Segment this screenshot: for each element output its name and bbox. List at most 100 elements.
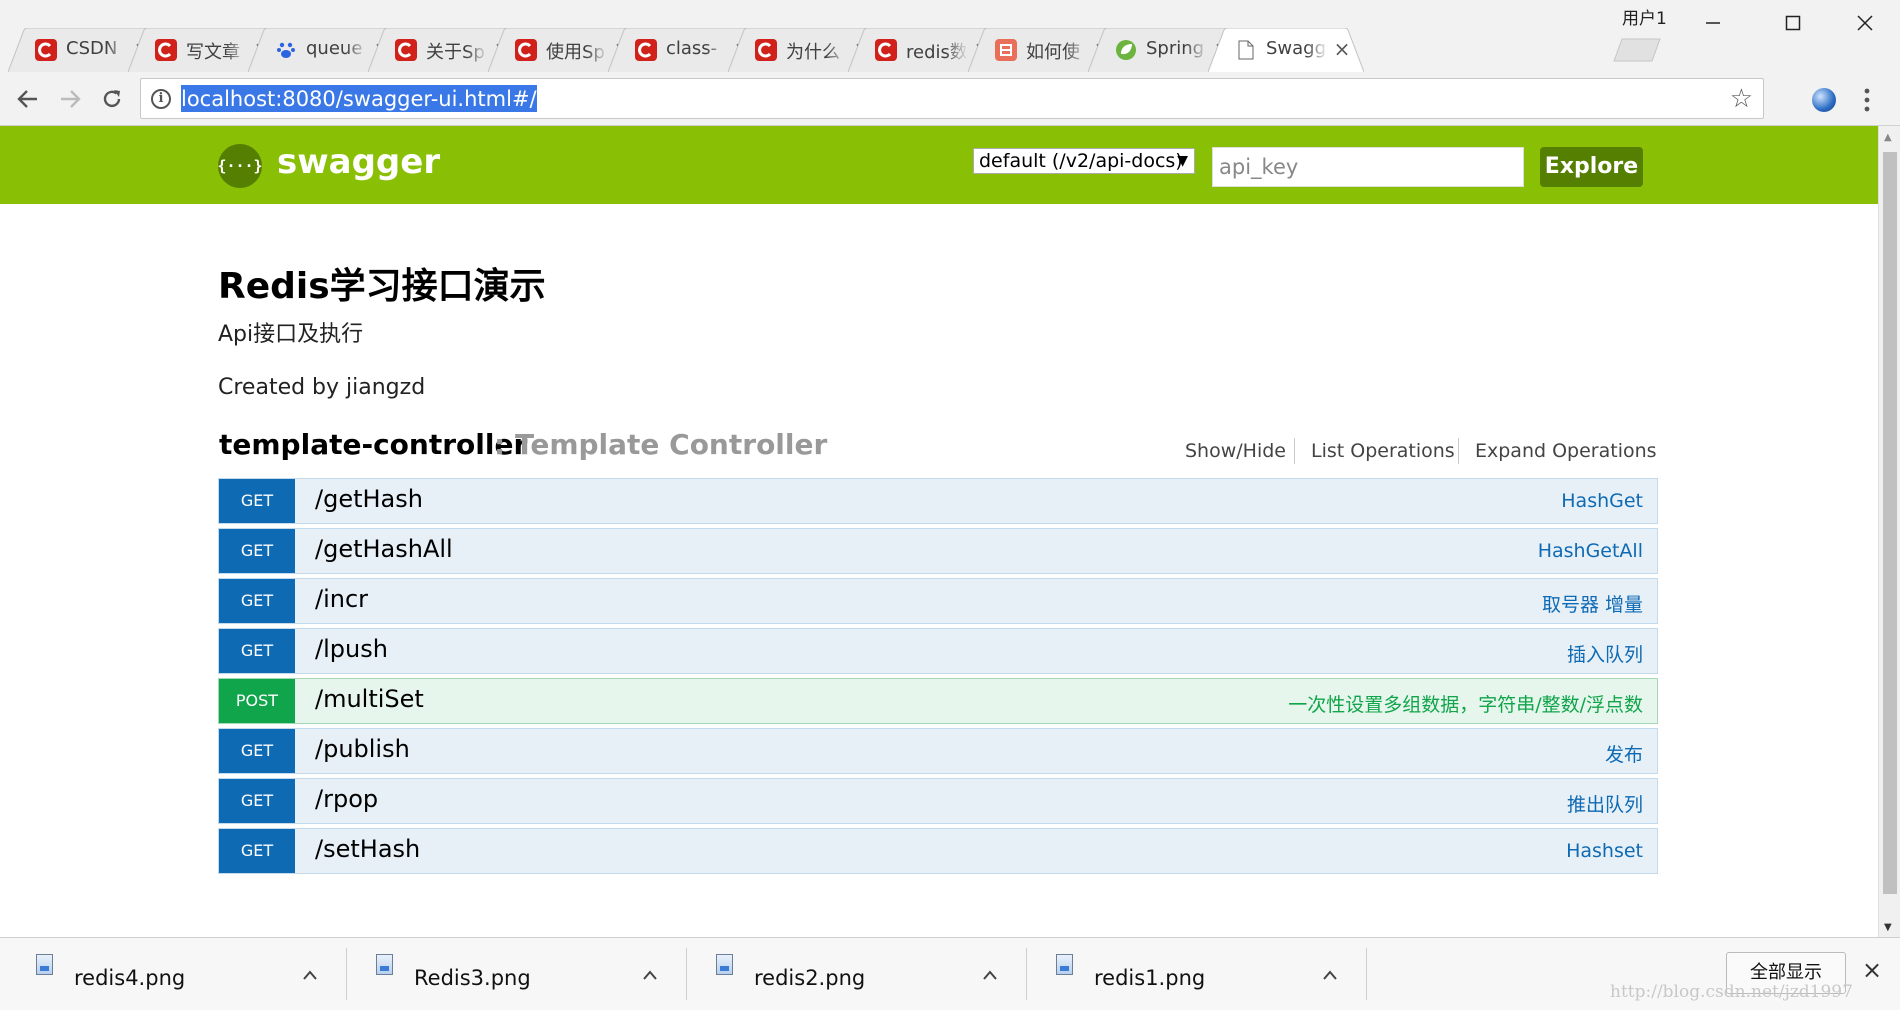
download-filename[interactable]: redis1.png <box>1094 966 1205 990</box>
operation-path[interactable]: /lpush <box>315 635 388 663</box>
operation-path[interactable]: /multiSet <box>315 685 424 713</box>
image-file-icon <box>716 954 733 975</box>
swagger-header: {···} swagger default (/v2/api-docs) ▼ a… <box>0 126 1878 204</box>
tab-title-fade <box>226 34 248 66</box>
operation-row[interactable]: GET/getHash HashGet <box>218 478 1658 524</box>
swagger-logo-icon: {···} <box>217 144 263 188</box>
chevron-up-icon[interactable] <box>1322 966 1338 985</box>
spec-select-value: default (/v2/api-docs) <box>979 150 1183 172</box>
minimize-button[interactable] <box>1690 6 1736 40</box>
download-item[interactable]: Redis3.png <box>376 950 676 1000</box>
explore-button[interactable]: Explore <box>1540 147 1643 187</box>
operation-summary[interactable]: Hashset <box>1566 840 1643 862</box>
operation-summary[interactable]: 发布 <box>1605 740 1643 767</box>
scrollbar-thumb[interactable] <box>1883 152 1897 894</box>
operation-row[interactable]: GET/getHashAll HashGetAll <box>218 528 1658 574</box>
close-downloads-icon[interactable]: × <box>1862 956 1882 984</box>
browser-menu-icon[interactable] <box>1862 86 1872 114</box>
new-tab-button[interactable] <box>1612 38 1662 62</box>
operation-summary[interactable]: HashGetAll <box>1538 540 1643 562</box>
api-created-by: Created by jiangzd <box>218 375 426 400</box>
expand-operations-link[interactable]: Expand Operations <box>1475 440 1657 462</box>
download-item[interactable]: redis1.png <box>1056 950 1356 1000</box>
close-icon <box>1857 15 1873 31</box>
extension-globe-icon[interactable] <box>1812 88 1836 112</box>
operation-row[interactable]: GET/incr 取号器 增量 <box>218 578 1658 624</box>
tab-title-fade <box>706 34 728 66</box>
tab-close-icon[interactable]: × <box>1332 38 1352 60</box>
tab-strip: CSDN×写文章×queue×关于Sp×使用Sp×class-×为什么×redi… <box>0 0 1900 72</box>
operation-row[interactable]: GET/setHash Hashset <box>218 828 1658 874</box>
operation-path[interactable]: /rpop <box>315 785 378 813</box>
api-key-input[interactable]: api_key <box>1212 147 1524 187</box>
controller-name[interactable]: template-controller <box>219 428 527 461</box>
browser-tab[interactable]: Swagg × <box>1208 28 1364 72</box>
http-method-badge[interactable]: GET <box>219 479 295 523</box>
operation-summary[interactable]: 一次性设置多组数据，字符串/整数/浮点数 <box>1288 690 1643 717</box>
scroll-up-arrow-icon[interactable]: ▲ <box>1884 132 1892 143</box>
operation-path[interactable]: /publish <box>315 735 410 763</box>
csdn-icon <box>155 39 177 61</box>
tab-title-fade <box>826 34 848 66</box>
download-item[interactable]: redis2.png <box>716 950 1016 1000</box>
show-hide-link[interactable]: Show/Hide <box>1185 440 1286 462</box>
link-divider <box>1458 438 1459 464</box>
download-filename[interactable]: redis2.png <box>754 966 865 990</box>
address-url[interactable]: localhost:8080/swagger-ui.html#/ <box>181 85 537 112</box>
operation-row[interactable]: POST/multiSet 一次性设置多组数据，字符串/整数/浮点数 <box>218 678 1658 724</box>
download-divider <box>686 948 687 1000</box>
http-method-badge[interactable]: GET <box>219 629 295 673</box>
http-method-badge[interactable]: GET <box>219 829 295 873</box>
operation-row[interactable]: GET/publish 发布 <box>218 728 1658 774</box>
minimize-icon <box>1706 22 1720 24</box>
operation-summary[interactable]: 取号器 增量 <box>1542 590 1643 617</box>
http-method-badge[interactable]: GET <box>219 729 295 773</box>
site-info-icon[interactable]: i <box>151 89 171 109</box>
arrow-right-icon <box>61 90 81 108</box>
http-method-badge[interactable]: GET <box>219 529 295 573</box>
chevron-up-icon[interactable] <box>302 966 318 985</box>
download-item[interactable]: redis4.png <box>36 950 336 1000</box>
image-file-icon <box>1056 954 1073 975</box>
page-icon <box>1235 39 1257 61</box>
dropdown-arrow-icon: ▼ <box>1177 153 1188 169</box>
page-scrollbar[interactable]: ▲ ▼ <box>1878 126 1900 937</box>
arrow-left-icon <box>17 90 37 108</box>
browser-window: CSDN×写文章×queue×关于Sp×使用Sp×class-×为什么×redi… <box>0 0 1900 1010</box>
chevron-up-icon[interactable] <box>642 966 658 985</box>
api-title: Redis学习接口演示 <box>218 266 546 307</box>
list-operations-link[interactable]: List Operations <box>1311 440 1455 462</box>
bookmark-star-icon[interactable]: ☆ <box>1730 86 1753 112</box>
operation-summary[interactable]: 插入队列 <box>1567 640 1643 667</box>
operation-path[interactable]: /getHash <box>315 485 423 513</box>
back-button[interactable] <box>12 83 44 115</box>
profile-user-label[interactable]: 用户1 <box>1622 4 1667 29</box>
operation-row[interactable]: GET/lpush 插入队列 <box>218 628 1658 674</box>
baidu-paw-icon <box>275 39 297 61</box>
tab-title-fade <box>1186 34 1208 66</box>
chevron-up-icon[interactable] <box>982 966 998 985</box>
operation-row[interactable]: GET/rpop 推出队列 <box>218 778 1658 824</box>
operation-path[interactable]: /getHashAll <box>315 535 453 563</box>
address-bar[interactable]: i localhost:8080/swagger-ui.html#/ ☆ <box>140 78 1764 119</box>
maximize-button[interactable] <box>1770 6 1816 40</box>
scroll-down-arrow-icon[interactable]: ▼ <box>1884 922 1892 933</box>
forward-button[interactable] <box>54 83 86 115</box>
csdn-icon <box>635 39 657 61</box>
http-method-badge[interactable]: GET <box>219 779 295 823</box>
download-filename[interactable]: Redis3.png <box>414 966 531 990</box>
spec-select[interactable]: default (/v2/api-docs) ▼ <box>973 148 1195 174</box>
operation-summary[interactable]: HashGet <box>1561 490 1643 512</box>
operation-path[interactable]: /incr <box>315 585 368 613</box>
close-window-button[interactable] <box>1842 6 1888 40</box>
download-filename[interactable]: redis4.png <box>74 966 185 990</box>
operation-summary[interactable]: 推出队列 <box>1567 790 1643 817</box>
operation-path[interactable]: /setHash <box>315 835 420 863</box>
http-method-badge[interactable]: GET <box>219 579 295 623</box>
reload-button[interactable] <box>96 83 128 115</box>
browser-toolbar: i localhost:8080/swagger-ui.html#/ ☆ <box>0 72 1900 126</box>
tab-title-fade <box>346 34 368 66</box>
http-method-badge[interactable]: POST <box>219 679 295 723</box>
csdn-icon <box>35 39 57 61</box>
download-divider <box>1366 948 1367 1000</box>
